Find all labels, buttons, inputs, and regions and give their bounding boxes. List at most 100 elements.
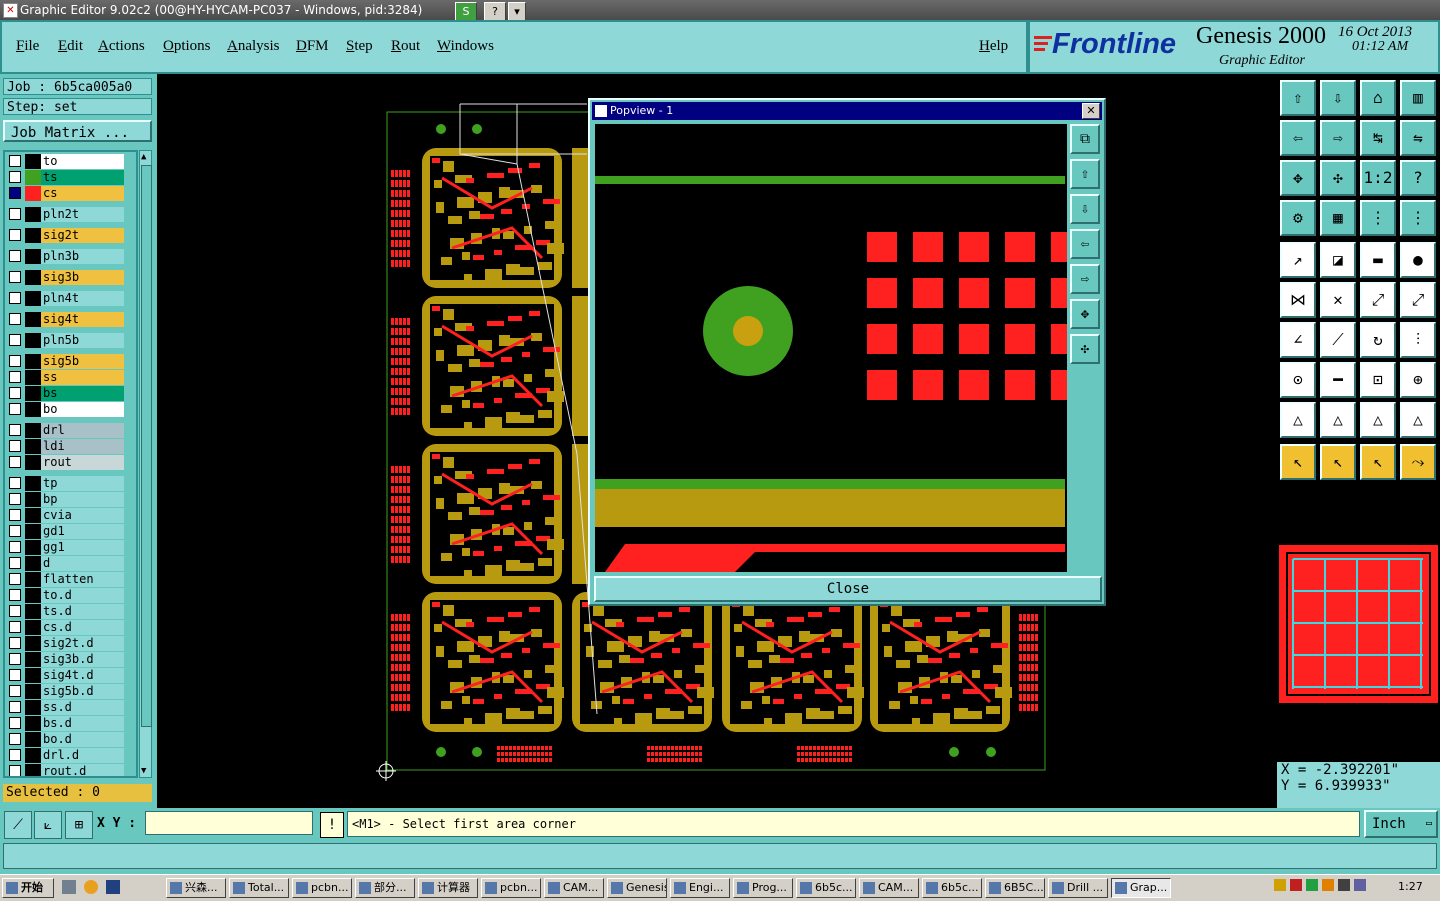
grid-mode-icon[interactable]: ⊞ — [65, 811, 93, 839]
layer-row-ldi[interactable]: ldi — [5, 439, 135, 454]
layer-color-swatch[interactable] — [25, 748, 41, 763]
layer-name[interactable]: ts.d — [41, 604, 124, 619]
copy-icon[interactable]: ⤢ — [1400, 282, 1436, 318]
popview-pan-left-icon[interactable]: ⇦ — [1070, 229, 1100, 259]
layer-color-swatch[interactable] — [25, 386, 41, 401]
menu-options[interactable]: Options — [163, 38, 211, 55]
layer-checkbox[interactable] — [9, 424, 21, 436]
layer-checkbox[interactable] — [9, 557, 21, 569]
menu-step[interactable]: Step — [346, 38, 373, 55]
layer-name[interactable]: tp — [41, 476, 124, 491]
units-select[interactable]: Inch ▭ — [1364, 810, 1438, 838]
layer-row-sig2t[interactable]: sig2t — [5, 228, 135, 243]
popview-pan-down-icon[interactable]: ⇩ — [1070, 194, 1100, 224]
layer-color-swatch[interactable] — [25, 492, 41, 507]
layer-row-bs-d[interactable]: bs.d — [5, 716, 135, 731]
layer-checkbox[interactable] — [9, 292, 21, 304]
taskbar-item[interactable]: Drill ... — [1048, 878, 1108, 898]
layer-row-sig4t[interactable]: sig4t — [5, 312, 135, 327]
layer-name[interactable]: rout — [41, 455, 124, 470]
taskbar-item[interactable]: pcbn... — [292, 878, 352, 898]
layer-name[interactable]: sig2t.d — [41, 636, 124, 651]
layer-row-sig3b-d[interactable]: sig3b.d — [5, 652, 135, 667]
desktop-icon[interactable] — [62, 880, 76, 894]
layer-row-sig5b[interactable]: sig5b — [5, 354, 135, 369]
layer-color-swatch[interactable] — [25, 684, 41, 699]
layer-color-swatch[interactable] — [25, 439, 41, 454]
select-poly-icon[interactable]: ↖ — [1360, 444, 1396, 480]
add-pad-icon[interactable]: ↗ — [1280, 242, 1316, 278]
layer-checkbox[interactable] — [9, 605, 21, 617]
layer-name[interactable]: bs.d — [41, 716, 124, 731]
layer-name[interactable]: flatten — [41, 572, 124, 587]
taskbar-item[interactable]: 6b5c... — [796, 878, 856, 898]
layer-color-swatch[interactable] — [25, 604, 41, 619]
layer-color-swatch[interactable] — [25, 732, 41, 747]
layer-row-to-d[interactable]: to.d — [5, 588, 135, 603]
layer-checkbox[interactable] — [9, 525, 21, 537]
select-net-icon[interactable]: ⤳ — [1400, 444, 1436, 480]
layer-color-swatch[interactable] — [25, 668, 41, 683]
layer-name[interactable]: to.d — [41, 588, 124, 603]
triangle-d-icon[interactable]: △ — [1400, 402, 1436, 438]
layer-checkbox[interactable] — [9, 669, 21, 681]
layer-row-ss-d[interactable]: ss.d — [5, 700, 135, 715]
layer-color-swatch[interactable] — [25, 764, 41, 776]
grid-display-icon[interactable]: ▦ — [1320, 200, 1356, 236]
layer-name[interactable]: pln2t — [41, 207, 124, 222]
layer-name[interactable]: sig4t.d — [41, 668, 124, 683]
layer-row-ts[interactable]: ts — [5, 170, 135, 185]
taskbar-item[interactable]: 计算器 — [418, 878, 478, 898]
popview-zoom-in-icon[interactable]: ✥ — [1070, 299, 1100, 329]
layer-name[interactable]: cvia — [41, 508, 124, 523]
layer-checkbox[interactable] — [9, 477, 21, 489]
triangle-a-icon[interactable]: △ — [1280, 402, 1316, 438]
layer-checkbox[interactable] — [9, 701, 21, 713]
popview-fit-icon[interactable]: ⧉ — [1070, 124, 1100, 154]
layer-checkbox[interactable] — [9, 456, 21, 468]
layer-checkbox[interactable] — [9, 355, 21, 367]
layer-color-swatch[interactable] — [25, 540, 41, 555]
swap-icon[interactable]: ↹ — [1360, 120, 1396, 156]
xy-input[interactable] — [145, 811, 313, 835]
layer-name[interactable]: gd1 — [41, 524, 124, 539]
layer-name[interactable]: sig5b.d — [41, 684, 124, 699]
layer-name[interactable]: sig3b.d — [41, 652, 124, 667]
taskbar-item[interactable]: 6B5C... — [985, 878, 1045, 898]
layer-checkbox[interactable] — [9, 541, 21, 553]
redraw-icon[interactable]: ⇋ — [1400, 120, 1436, 156]
menu-file[interactable]: File — [16, 38, 39, 55]
help-query-icon[interactable]: ? — [1400, 160, 1436, 196]
taskbar-item[interactable]: CAM... — [859, 878, 919, 898]
delete-icon[interactable]: ✕ — [1320, 282, 1356, 318]
scroll-down-icon[interactable]: ▼ — [141, 766, 150, 776]
layer-color-swatch[interactable] — [25, 423, 41, 438]
layer-name[interactable]: ldi — [41, 439, 124, 454]
layer-row-sig4t-d[interactable]: sig4t.d — [5, 668, 135, 683]
layer-checkbox[interactable] — [9, 573, 21, 585]
layer-name[interactable]: bs — [41, 386, 124, 401]
layer-checkbox[interactable] — [9, 187, 21, 199]
measure-ruler-icon[interactable]: ▬ — [1360, 242, 1396, 278]
layer-row-d[interactable]: d — [5, 556, 135, 571]
triangle-c-icon[interactable]: △ — [1360, 402, 1396, 438]
layer-color-swatch[interactable] — [25, 170, 41, 185]
layer-color-swatch[interactable] — [25, 556, 41, 571]
layer-list-scrollbar[interactable]: ▲ ▼ — [139, 150, 152, 778]
layer-color-swatch[interactable] — [25, 524, 41, 539]
layer-checkbox[interactable] — [9, 589, 21, 601]
layer-row-bp[interactable]: bp — [5, 492, 135, 507]
layer-row-bs[interactable]: bs — [5, 386, 135, 401]
layer-row-bo-d[interactable]: bo.d — [5, 732, 135, 747]
select-area-icon[interactable]: ↖ — [1320, 444, 1356, 480]
layer-row-cs[interactable]: cs — [5, 186, 135, 201]
layer-name[interactable]: cs — [41, 186, 124, 201]
layer-checkbox[interactable] — [9, 313, 21, 325]
taskbar-item[interactable]: 部分... — [355, 878, 415, 898]
pan-left-icon[interactable]: ⇦ — [1280, 120, 1316, 156]
layer-checkbox[interactable] — [9, 371, 21, 383]
clock-app-icon[interactable] — [84, 880, 98, 894]
layer-name[interactable]: ss.d — [41, 700, 124, 715]
layer-checkbox[interactable] — [9, 685, 21, 697]
layer-name[interactable]: sig2t — [41, 228, 124, 243]
